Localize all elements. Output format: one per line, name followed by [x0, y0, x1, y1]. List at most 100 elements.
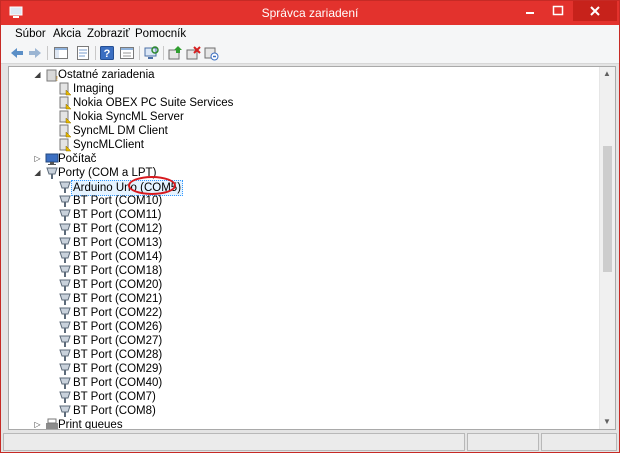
back-arrow-icon[interactable] [9, 45, 25, 61]
unknown-device-warning-icon [59, 96, 72, 110]
tree-item[interactable]: BT Port (COM22) [9, 306, 595, 320]
menu-action[interactable]: Akcia [53, 28, 81, 40]
menu-view[interactable]: Zobraziť [87, 28, 130, 40]
tree-category-ports[interactable]: ◢ Porty (COM a LPT) [9, 166, 595, 180]
tree-item[interactable]: BT Port (COM13) [9, 236, 595, 250]
toolbar-separator [139, 46, 140, 60]
device-manager-window: Správca zariadení Súbor Akcia Zobraziť P… [0, 0, 620, 453]
toolbar-separator [163, 46, 164, 60]
scroll-thumb[interactable] [603, 146, 612, 272]
tree-category-computer[interactable]: ▷ Počítač [9, 152, 595, 166]
close-button[interactable] [573, 1, 617, 21]
tree-item[interactable]: BT Port (COM29) [9, 362, 595, 376]
status-pane [541, 433, 617, 451]
tree-item[interactable]: BT Port (COM14) [9, 250, 595, 264]
unknown-device-icon: ! [46, 69, 58, 82]
tree-item-label: BT Port (COM20) [73, 279, 163, 291]
forward-arrow-icon[interactable] [27, 45, 43, 61]
tree-item-label: Imaging [73, 83, 114, 95]
tree-item[interactable]: BT Port (COM26) [9, 320, 595, 334]
unknown-device-warning-icon [59, 82, 72, 96]
tree-item-label: BT Port (COM29) [73, 363, 163, 375]
tree-item-label: BT Port (COM14) [73, 251, 163, 263]
port-connector-icon [59, 251, 71, 263]
tree-item-label: BT Port (COM12) [73, 223, 163, 235]
uninstall-icon[interactable] [185, 45, 201, 61]
tree-item-label: BT Port (COM21) [73, 293, 163, 305]
tree-item[interactable]: SyncMLClient [9, 138, 595, 152]
tree-category-print-queues[interactable]: ▷ Print queues [9, 418, 595, 430]
title-bar[interactable]: Správca zariadení [1, 1, 619, 25]
tree-item[interactable]: BT Port (COM10) [9, 194, 595, 208]
tree-item[interactable]: BT Port (COM21) [9, 292, 595, 306]
port-connector-icon [59, 223, 71, 235]
unknown-device-warning-icon [59, 138, 72, 152]
tree-item[interactable]: BT Port (COM28) [9, 348, 595, 362]
tree-item-selected[interactable]: Arduino Uno (COM5) [9, 180, 595, 196]
port-connector-icon [46, 167, 58, 179]
tree-item-label: BT Port (COM27) [73, 335, 163, 347]
properties-icon[interactable] [75, 45, 91, 61]
tree-item[interactable]: Nokia OBEX PC Suite Services [9, 96, 595, 110]
tree-item[interactable]: BT Port (COM11) [9, 208, 595, 222]
status-pane [467, 433, 539, 451]
expand-arrow-icon[interactable]: ▷ [33, 154, 42, 163]
highlight-circle-annotation [128, 176, 176, 195]
tree-item-label: SyncMLClient [73, 139, 144, 151]
toolbar: ? [1, 43, 619, 64]
tree-item[interactable]: BT Port (COM8) [9, 404, 595, 418]
maximize-button[interactable] [545, 1, 571, 21]
tree-item[interactable]: BT Port (COM7) [9, 390, 595, 404]
tree-item[interactable]: BT Port (COM12) [9, 222, 595, 236]
menu-file[interactable]: Súbor [15, 28, 46, 40]
status-bar [1, 431, 619, 452]
port-connector-icon [59, 209, 71, 221]
expand-arrow-icon[interactable]: ▷ [33, 420, 42, 429]
printer-icon [46, 418, 58, 429]
tree-item[interactable]: BT Port (COM40) [9, 376, 595, 390]
tree-item-label: SyncML DM Client [73, 125, 168, 137]
tree-item[interactable]: BT Port (COM20) [9, 278, 595, 292]
view-icon[interactable] [119, 45, 135, 61]
tree-item[interactable]: BT Port (COM18) [9, 264, 595, 278]
tree-category-label: Počítač [58, 153, 97, 165]
minimize-button[interactable] [517, 1, 543, 21]
tree-item-label: BT Port (COM11) [73, 209, 162, 221]
menu-bar: Súbor Akcia Zobraziť Pomocník [1, 25, 619, 43]
unknown-device-warning-icon [59, 124, 72, 138]
tree-item-label: BT Port (COM28) [73, 349, 163, 361]
update-driver-icon[interactable] [167, 45, 183, 61]
tree-item[interactable]: BT Port (COM27) [9, 334, 595, 348]
tree-item-label: BT Port (COM13) [73, 237, 163, 249]
tree-category-label: Print queues [58, 419, 123, 430]
toolbar-separator [95, 46, 96, 60]
tree-category-other-devices[interactable]: ◢ ! Ostatné zariadenia [9, 68, 595, 82]
tree-item[interactable]: SyncML DM Client [9, 124, 595, 138]
status-pane [3, 433, 465, 451]
tree-item-label: Nokia SyncML Server [73, 111, 184, 123]
tree-item[interactable]: Nokia SyncML Server [9, 110, 595, 124]
computer-scan-icon[interactable] [143, 45, 159, 61]
help-icon[interactable]: ? [99, 45, 115, 61]
tree-item-label: BT Port (COM22) [73, 307, 163, 319]
disable-device-icon[interactable] [203, 45, 219, 61]
scroll-down-arrow-icon[interactable]: ▼ [603, 417, 611, 426]
collapse-arrow-icon[interactable]: ◢ [33, 70, 42, 79]
port-connector-icon [59, 391, 71, 403]
scroll-up-arrow-icon[interactable]: ▲ [603, 69, 611, 78]
tree-item-label: BT Port (COM26) [73, 321, 163, 333]
port-connector-icon [59, 181, 71, 193]
port-connector-icon [59, 377, 71, 389]
collapse-arrow-icon[interactable]: ◢ [33, 168, 42, 177]
tree-item-label: BT Port (COM40) [73, 377, 163, 389]
vertical-scrollbar[interactable]: ▲ ▼ [599, 67, 615, 429]
tree-item-label: BT Port (COM7) [73, 391, 156, 403]
tree-item-label: BT Port (COM8) [73, 405, 156, 417]
menu-help[interactable]: Pomocník [135, 28, 186, 40]
show-hide-tree-icon[interactable] [53, 45, 69, 61]
device-tree[interactable]: ◢ ! Ostatné zariadenia Imaging Nokia OBE… [8, 66, 616, 430]
unknown-device-warning-icon [59, 110, 72, 124]
tree-item[interactable]: Imaging [9, 82, 595, 96]
port-connector-icon [59, 321, 71, 333]
port-connector-icon [59, 237, 71, 249]
